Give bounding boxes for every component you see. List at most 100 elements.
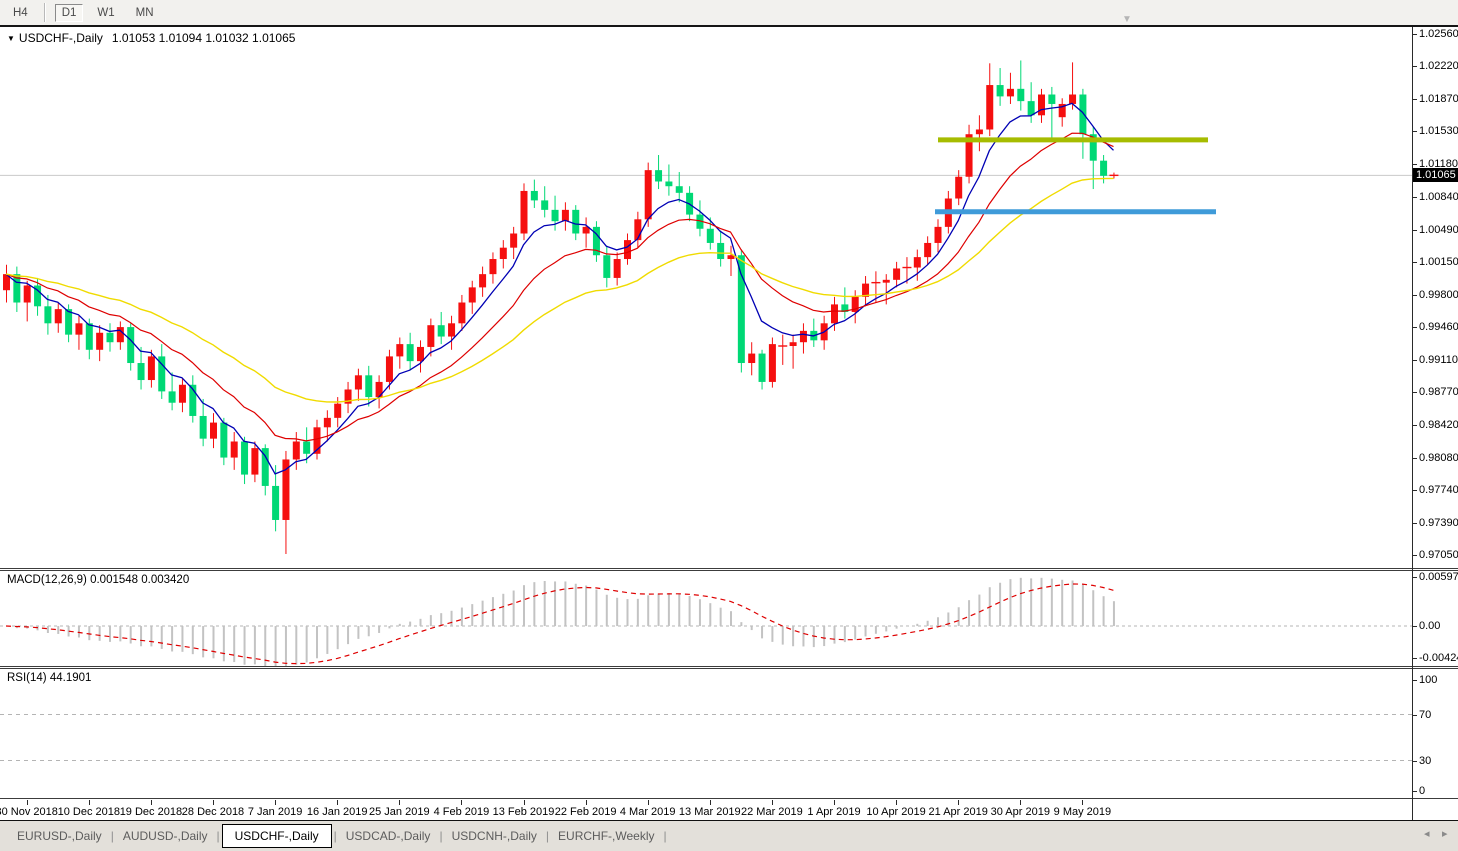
date-axis-tick	[958, 800, 959, 805]
macd-panel[interactable]	[0, 571, 1412, 666]
rsi-axis-tick	[1413, 680, 1417, 681]
price-axis-label: 1.00840	[1419, 191, 1458, 203]
price-axis-tick	[1413, 262, 1417, 263]
tab-audusd-daily[interactable]: AUDUSD-,Daily	[114, 826, 217, 846]
date-axis-tick	[151, 800, 152, 805]
tab-eurchf-weekly[interactable]: EURCHF-,Weekly	[549, 826, 663, 846]
date-axis-tick	[524, 800, 525, 805]
timeframe-button-h4[interactable]: H4	[6, 4, 35, 22]
date-axis-tick	[648, 800, 649, 805]
price-axis-tick	[1413, 99, 1417, 100]
rsi-label: RSI(14) 44.1901	[7, 672, 91, 684]
macd-histogram	[7, 578, 1114, 666]
tab-usdcad-daily[interactable]: USDCAD-,Daily	[337, 826, 440, 846]
macd-axis-tick	[1413, 577, 1417, 578]
tab-scroll-right-icon[interactable]: ▸	[1442, 827, 1448, 840]
price-axis-label: 1.01180	[1419, 158, 1458, 170]
macd-axis-label: 0.00597	[1419, 571, 1458, 583]
mt4-window: H4D1W1MN ▼ ▼USDCHF-,Daily1.01053 1.01094…	[0, 0, 1458, 851]
price-axis-label: 0.97390	[1419, 517, 1458, 529]
price-axis-label: 0.98080	[1419, 452, 1458, 464]
timeframe-button-mn[interactable]: MN	[129, 4, 161, 22]
price-axis-label: 1.00490	[1419, 224, 1458, 236]
ma-fast-line	[6, 103, 1114, 474]
rsi-panel[interactable]	[0, 669, 1412, 798]
price-axis-label: 1.02560	[1419, 28, 1458, 40]
rsi-axis-label: 70	[1419, 709, 1431, 721]
macd-values: 0.001548 0.003420	[90, 574, 189, 586]
date-axis-tick	[710, 800, 711, 805]
symbol-dropdown-icon[interactable]: ▼	[7, 34, 15, 43]
macd-axis-label: -0.004243	[1419, 652, 1458, 664]
price-axis-tick	[1413, 392, 1417, 393]
tab-divider: |	[217, 829, 220, 843]
price-axis-tick	[1413, 197, 1417, 198]
tab-usdcnh-daily[interactable]: USDCNH-,Daily	[443, 826, 546, 846]
price-axis-label: 0.97740	[1419, 484, 1458, 496]
price-axis-tick	[1413, 295, 1417, 296]
timeframe-toolbar: H4 D1 W1 MN	[0, 0, 1458, 25]
rsi-value: 44.1901	[50, 672, 92, 684]
price-axis-tick	[1413, 131, 1417, 132]
rsi-axis-tick	[1413, 791, 1417, 792]
price-axis-tick	[1413, 555, 1417, 556]
chart-symbol-label: USDCHF-,Daily	[19, 31, 103, 45]
date-axis-tick	[834, 800, 835, 805]
date-axis-tick	[896, 800, 897, 805]
price-axis-label: 0.97050	[1419, 549, 1458, 561]
timeframe-button-w1[interactable]: W1	[90, 4, 121, 22]
date-axis-tick	[399, 800, 400, 805]
date-axis-tick	[586, 800, 587, 805]
price-axis-label: 0.99110	[1419, 354, 1458, 366]
macd-axis-label: 0.00	[1419, 620, 1440, 632]
price-axis-tick	[1413, 490, 1417, 491]
price-axis-tick	[1413, 360, 1417, 361]
rsi-axis-label: 100	[1419, 674, 1437, 686]
tab-eurusd-daily[interactable]: EURUSD-,Daily	[8, 826, 111, 846]
macd-axis-tick	[1413, 626, 1417, 627]
main-price-chart[interactable]	[0, 27, 1412, 568]
tab-usdchf-daily[interactable]: USDCHF-,Daily	[222, 824, 332, 848]
rsi-axis-tick	[1413, 715, 1417, 716]
date-axis-tick	[275, 800, 276, 805]
macd-axis-tick	[1413, 658, 1417, 659]
price-axis-tick	[1413, 164, 1417, 165]
date-axis-tick	[213, 800, 214, 805]
macd-name: MACD(12,26,9)	[7, 574, 87, 586]
price-axis-label: 1.00150	[1419, 256, 1458, 268]
date-axis-tick	[461, 800, 462, 805]
toolbar-separator	[44, 3, 46, 22]
date-axis-tick	[1082, 800, 1083, 805]
macd-signal-line	[6, 584, 1114, 664]
date-axis-tick	[89, 800, 90, 805]
price-axis-border	[1412, 27, 1413, 820]
price-axis-tick	[1413, 425, 1417, 426]
candles	[3, 60, 1118, 554]
macd-label: MACD(12,26,9) 0.001548 0.003420	[7, 574, 189, 586]
price-axis-label: 1.02220	[1419, 60, 1458, 72]
timeframe-button-d1[interactable]: D1	[55, 4, 84, 22]
rsi-axis-tick	[1413, 761, 1417, 762]
price-axis-label: 1.01870	[1419, 93, 1458, 105]
rsi-axis-label: 30	[1419, 755, 1431, 767]
scroll-to-end-icon[interactable]: ▼	[1122, 14, 1132, 25]
date-axis-tick	[772, 800, 773, 805]
price-axis-label: 0.98420	[1419, 419, 1458, 431]
price-axis-tick	[1413, 66, 1417, 67]
chart-tabs: EURUSD-,Daily|AUDUSD-,Daily|USDCHF-,Dail…	[0, 821, 1458, 851]
panel-separator	[0, 798, 1458, 799]
price-axis-label: 1.01530	[1419, 125, 1458, 137]
tab-scroll-left-icon[interactable]: ◂	[1424, 827, 1430, 840]
date-axis-tick	[1020, 800, 1021, 805]
price-axis-tick	[1413, 34, 1417, 35]
price-axis-label: 0.98770	[1419, 386, 1458, 398]
chart-title: ▼USDCHF-,Daily1.01053 1.01094 1.01032 1.…	[7, 31, 295, 45]
price-axis-label: 0.99460	[1419, 321, 1458, 333]
tab-divider: |	[663, 829, 666, 843]
price-axis-tick	[1413, 230, 1417, 231]
rsi-name: RSI(14)	[7, 672, 47, 684]
date-axis-tick	[337, 800, 338, 805]
date-axis-label: 9 May 2019	[1037, 806, 1127, 818]
price-axis-tick	[1413, 458, 1417, 459]
price-axis-label: 0.99800	[1419, 289, 1458, 301]
